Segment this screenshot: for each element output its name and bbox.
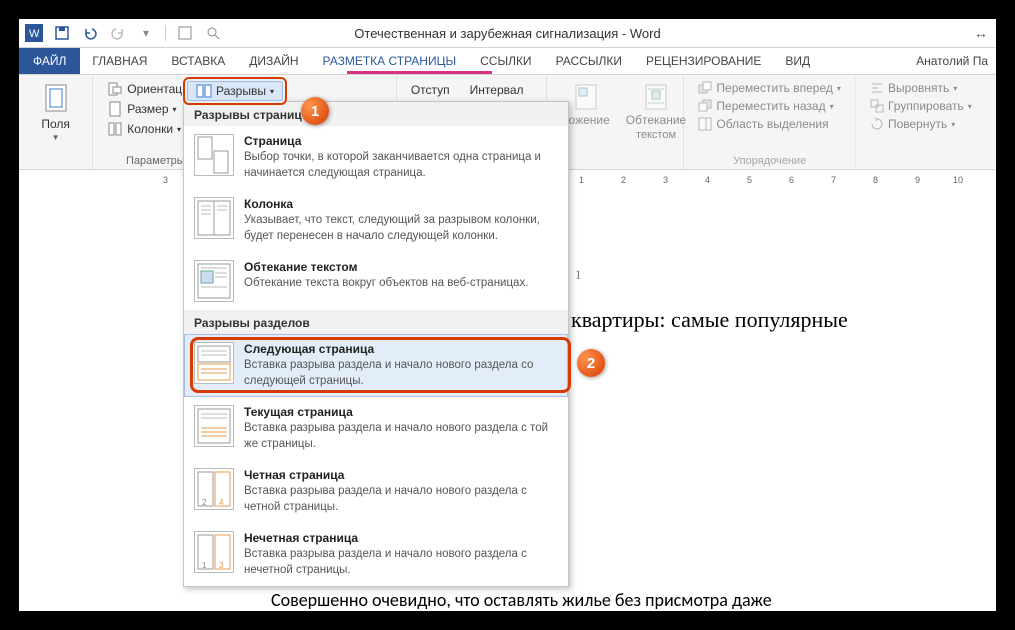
selection-pane-icon: [698, 117, 712, 131]
svg-text:1: 1: [202, 561, 207, 570]
next-page-section-icon: [194, 342, 234, 384]
columns-icon: [107, 121, 123, 137]
bring-forward-icon: [698, 81, 712, 95]
callout-2: 2: [577, 349, 605, 377]
orientation-icon: [107, 81, 123, 97]
send-backward-icon: [698, 99, 712, 113]
menu-item-text-wrapping[interactable]: Обтекание текстом Обтекание текста вокру…: [184, 252, 568, 310]
menu-item-page[interactable]: Страница Выбор точки, в которой заканчив…: [184, 126, 568, 189]
spacing-label: Интервал: [470, 83, 524, 97]
design-tab[interactable]: ДИЗАЙН: [237, 48, 310, 74]
svg-text:3: 3: [219, 561, 224, 570]
word-app-icon: W: [25, 24, 43, 42]
odd-page-section-icon: 13: [194, 531, 234, 573]
menu-item-next-page[interactable]: Следующая страница Вставка разрыва разде…: [184, 334, 568, 397]
chevron-down-icon: ▾: [968, 102, 972, 111]
breaks-button[interactable]: Разрывы ▾: [183, 77, 287, 105]
breaks-label: Разрывы: [216, 84, 266, 98]
group-button[interactable]: Группировать▾: [864, 97, 988, 115]
indent-label: Отступ: [411, 83, 450, 97]
ribbon-help-icon[interactable]: ↔: [974, 25, 988, 41]
bring-forward-button[interactable]: Переместить вперед▾: [692, 79, 847, 97]
menu-item-continuous[interactable]: Текущая страница Вставка разрыва раздела…: [184, 397, 568, 460]
ribbon-tabs: ФАЙЛ ГЛАВНАЯ ВСТАВКА ДИЗАЙН РАЗМЕТКА СТР…: [19, 48, 996, 75]
rotate-icon: [870, 117, 884, 131]
dropdown-section-section-breaks: Разрывы разделов: [184, 310, 568, 334]
arrange-group-label: Упорядочение: [692, 155, 847, 167]
chevron-down-icon: ▼: [52, 133, 60, 142]
preview-icon[interactable]: [204, 24, 222, 42]
mailings-tab[interactable]: РАССЫЛКИ: [544, 48, 634, 74]
column-break-icon: [194, 197, 234, 239]
svg-text:W: W: [29, 28, 40, 40]
insert-tab[interactable]: ВСТАВКА: [159, 48, 237, 74]
menu-item-even-page[interactable]: 24 Четная страница Вставка разрыва разде…: [184, 460, 568, 523]
chevron-down-icon: ▾: [830, 102, 834, 111]
wrap-text-icon: [642, 83, 670, 111]
position-icon: [572, 83, 600, 111]
menu-item-odd-page[interactable]: 13 Нечетная страница Вставка разрыва раз…: [184, 523, 568, 586]
breaks-icon: [196, 84, 212, 98]
wrap-text-button[interactable]: Обтекание текстом: [620, 79, 692, 145]
chevron-down-icon: ▾: [953, 84, 957, 93]
redo-icon[interactable]: [109, 24, 127, 42]
dropdown-section-page-breaks: Разрывы страниц: [184, 102, 568, 126]
chevron-down-icon: ▾: [270, 87, 274, 96]
chevron-down-icon: ▾: [951, 120, 955, 129]
group-icon: [870, 99, 884, 113]
body-text-line: Совершенно очевидно, что оставлять жилье…: [271, 589, 772, 611]
margins-icon: [42, 83, 70, 115]
review-tab[interactable]: РЕЦЕНЗИРОВАНИЕ: [634, 48, 773, 74]
separator: [165, 25, 166, 41]
breaks-dropdown: Разрывы страниц Страница Выбор точки, в …: [183, 101, 569, 587]
page-size-icon: [107, 101, 123, 117]
user-name[interactable]: Анатолий Па: [916, 54, 988, 68]
align-button[interactable]: Выровнять▾: [864, 79, 988, 97]
send-backward-button[interactable]: Переместить назад▾: [692, 97, 847, 115]
quick-access-toolbar: W ▾: [19, 24, 222, 42]
even-page-section-icon: 24: [194, 468, 234, 510]
touch-mode-icon[interactable]: [176, 24, 194, 42]
undo-icon[interactable]: [81, 24, 99, 42]
continuous-section-icon: [194, 405, 234, 447]
text-wrapping-icon: [194, 260, 234, 302]
save-icon[interactable]: [53, 24, 71, 42]
file-tab[interactable]: ФАЙЛ: [19, 48, 80, 74]
chevron-down-icon: ▾: [177, 125, 181, 134]
align-icon: [870, 81, 884, 95]
svg-text:2: 2: [202, 498, 207, 507]
margins-button[interactable]: Поля ▼: [27, 79, 84, 146]
chevron-down-icon: ▾: [173, 105, 177, 114]
active-tab-underline: [347, 71, 492, 74]
rotate-button[interactable]: Повернуть▾: [864, 115, 988, 133]
title-bar: W ▾ Отечественная и зарубежная сигнализа…: [19, 19, 996, 48]
chevron-down-icon[interactable]: ▾: [137, 24, 155, 42]
page-break-icon: [194, 134, 234, 176]
selection-pane-button[interactable]: Область выделения: [692, 115, 847, 133]
callout-1: 1: [301, 97, 329, 125]
chevron-down-icon: ▾: [837, 84, 841, 93]
heading-fragment: квартиры: самые популярные: [571, 307, 848, 333]
menu-item-column[interactable]: Колонка Указывает, что текст, следующий …: [184, 189, 568, 252]
page-field-indicator: 1: [575, 267, 582, 283]
view-tab[interactable]: ВИД: [773, 48, 822, 74]
svg-text:4: 4: [219, 498, 224, 507]
home-tab[interactable]: ГЛАВНАЯ: [80, 48, 159, 74]
